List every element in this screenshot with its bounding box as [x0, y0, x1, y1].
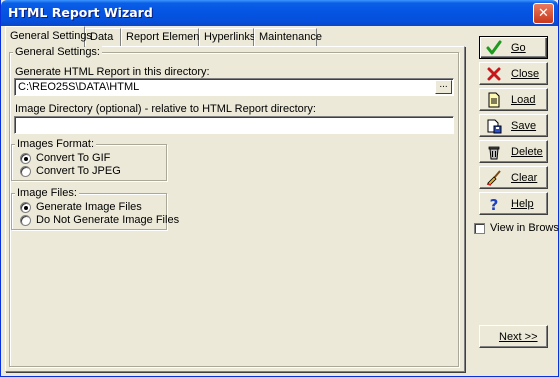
check-icon: [486, 40, 502, 55]
next-button[interactable]: Next >>: [479, 325, 548, 348]
go-button-label: Go: [511, 42, 526, 54]
report-directory-input[interactable]: C:\REO25S\DATA\HTML: [14, 78, 454, 96]
help-button-label: Help: [511, 198, 534, 210]
window-close-button[interactable]: ✕: [533, 3, 554, 24]
question-mark-icon: ?: [490, 196, 499, 212]
radio-selected[interactable]: [20, 153, 31, 164]
radio-selected[interactable]: [20, 202, 31, 213]
title-bar: HTML Report Wizard ✕: [1, 0, 558, 26]
help-button[interactable]: ? Help: [479, 192, 548, 215]
clear-button[interactable]: Clear: [479, 166, 548, 189]
view-in-browser-label[interactable]: View in Browser: [490, 222, 559, 234]
red-x-icon: [487, 67, 501, 81]
image-directory-label: Image Directory (optional) - relative to…: [15, 103, 316, 115]
window-title: HTML Report Wizard: [8, 5, 153, 20]
save-document-icon: [487, 119, 502, 134]
svg-text:?: ?: [490, 196, 499, 212]
do-not-generate-image-files-label: Do Not Generate Image Files: [36, 214, 180, 226]
browse-directory-button[interactable]: ...: [435, 80, 452, 94]
save-button[interactable]: Save: [479, 114, 548, 137]
delete-button[interactable]: Delete: [479, 140, 548, 163]
wizard-window: HTML Report Wizard ✕ General Settings Da…: [0, 0, 559, 377]
close-button-label: Close: [511, 68, 540, 80]
report-directory-label: Generate HTML Report in this directory:: [15, 66, 210, 78]
close-button[interactable]: Close: [479, 62, 548, 85]
clear-button-label: Clear: [511, 172, 538, 184]
image-directory-input[interactable]: [14, 116, 454, 134]
image-files-title: Image Files:: [15, 187, 79, 199]
view-in-browser-checkbox[interactable]: [474, 223, 485, 234]
trash-can-icon: [488, 146, 500, 160]
open-document-icon: [488, 92, 500, 108]
load-button[interactable]: Load: [479, 88, 548, 111]
generate-image-files-label: Generate Image Files: [36, 201, 142, 213]
go-button[interactable]: Go: [479, 36, 548, 59]
radio-unselected[interactable]: [20, 215, 31, 226]
radio-unselected[interactable]: [20, 166, 31, 177]
next-button-label: Next >>: [499, 331, 538, 343]
tab-general-settings[interactable]: General Settings: [5, 26, 92, 47]
general-settings-group-title: General Settings:: [13, 46, 102, 58]
convert-to-jpeg-label: Convert To JPEG: [36, 165, 121, 177]
delete-button-label: Delete: [511, 146, 543, 158]
tab-maintenance[interactable]: Maintenance: [254, 28, 322, 46]
convert-to-gif-label: Convert To GIF: [36, 152, 111, 164]
images-format-title: Images Format:: [15, 138, 97, 150]
broom-icon: [486, 170, 501, 186]
tab-report-elements[interactable]: Report Elements: [121, 28, 208, 46]
tab-hyperlinks[interactable]: Hyperlinks: [199, 28, 255, 46]
load-button-label: Load: [511, 94, 536, 106]
save-button-label: Save: [511, 120, 537, 132]
